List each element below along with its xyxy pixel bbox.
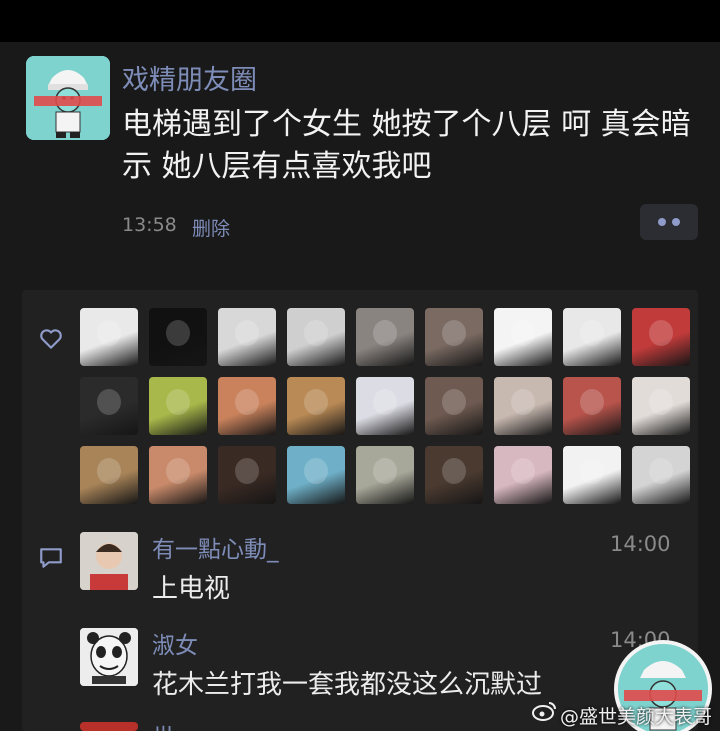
comment-time: 14:00: [610, 532, 671, 556]
avatar-black-white[interactable]: [149, 308, 207, 366]
avatar-man-dark[interactable]: [425, 446, 483, 504]
avatar-teddy-bear[interactable]: [80, 377, 138, 435]
status-bar: [0, 0, 720, 42]
avatar-selfie-girl[interactable]: [425, 308, 483, 366]
avatar-smiley-circle[interactable]: [563, 446, 621, 504]
comment-author[interactable]: 淑女: [152, 626, 198, 660]
avatar-black-hair[interactable]: [632, 446, 690, 504]
avatar-manga-girl[interactable]: [218, 308, 276, 366]
comment-author[interactable]: 有一點心動_: [152, 530, 279, 564]
post-time: 13:58: [122, 214, 177, 236]
avatar-man-portrait[interactable]: [218, 446, 276, 504]
avatar-anime-blonde[interactable]: [149, 377, 207, 435]
avatar-grey-toy[interactable]: [356, 308, 414, 366]
avatar-white-hood[interactable]: [356, 377, 414, 435]
avatar-sketch-boy[interactable]: [80, 308, 138, 366]
avatar-man-red[interactable]: [632, 308, 690, 366]
comment-avatar[interactable]: [80, 722, 138, 731]
comment-avatar[interactable]: [80, 628, 138, 686]
comment-text: 花木兰打我一套我都没这么沉默过: [152, 670, 543, 700]
avatar-anime-girl-bw[interactable]: [287, 308, 345, 366]
more-dots-icon: [658, 218, 666, 226]
avatar-dark-hair-girl[interactable]: [632, 377, 690, 435]
avatar-red-girl[interactable]: [563, 377, 621, 435]
weibo-logo-icon: [532, 702, 556, 721]
avatar-bed-photo[interactable]: [425, 377, 483, 435]
comment-author[interactable]: 世: [152, 718, 175, 731]
post-author-avatar[interactable]: [26, 56, 110, 140]
avatar-pink-girl[interactable]: [494, 446, 552, 504]
avatar-cartoon-cup[interactable]: [494, 308, 552, 366]
pokemon-avatar-art: [26, 56, 110, 140]
avatar-crayon-shin[interactable]: [287, 446, 345, 504]
comment-avatar[interactable]: [80, 532, 138, 590]
heart-outline-icon: [40, 329, 62, 349]
avatar-anime-boy[interactable]: [149, 446, 207, 504]
more-button[interactable]: [640, 204, 698, 240]
avatar-anime-redhead[interactable]: [218, 377, 276, 435]
avatar-white-cat[interactable]: [494, 377, 552, 435]
avatar-orange-cat[interactable]: [287, 377, 345, 435]
comment-bubble-icon: [40, 548, 62, 568]
avatar-panda-face[interactable]: [356, 446, 414, 504]
delete-link[interactable]: 删除: [192, 214, 230, 241]
avatar-panda-meme[interactable]: [563, 308, 621, 366]
avatar-tabby-cat[interactable]: [80, 446, 138, 504]
comment-text: 上电视: [152, 574, 231, 604]
post-text: 电梯遇到了个女生 她按了个八层 呵 真会暗示 她八层有点喜欢我吧: [122, 107, 691, 184]
watermark-text: @盛世美颜大表哥: [560, 706, 713, 728]
post-author-name[interactable]: 戏精朋友圈: [122, 58, 257, 97]
